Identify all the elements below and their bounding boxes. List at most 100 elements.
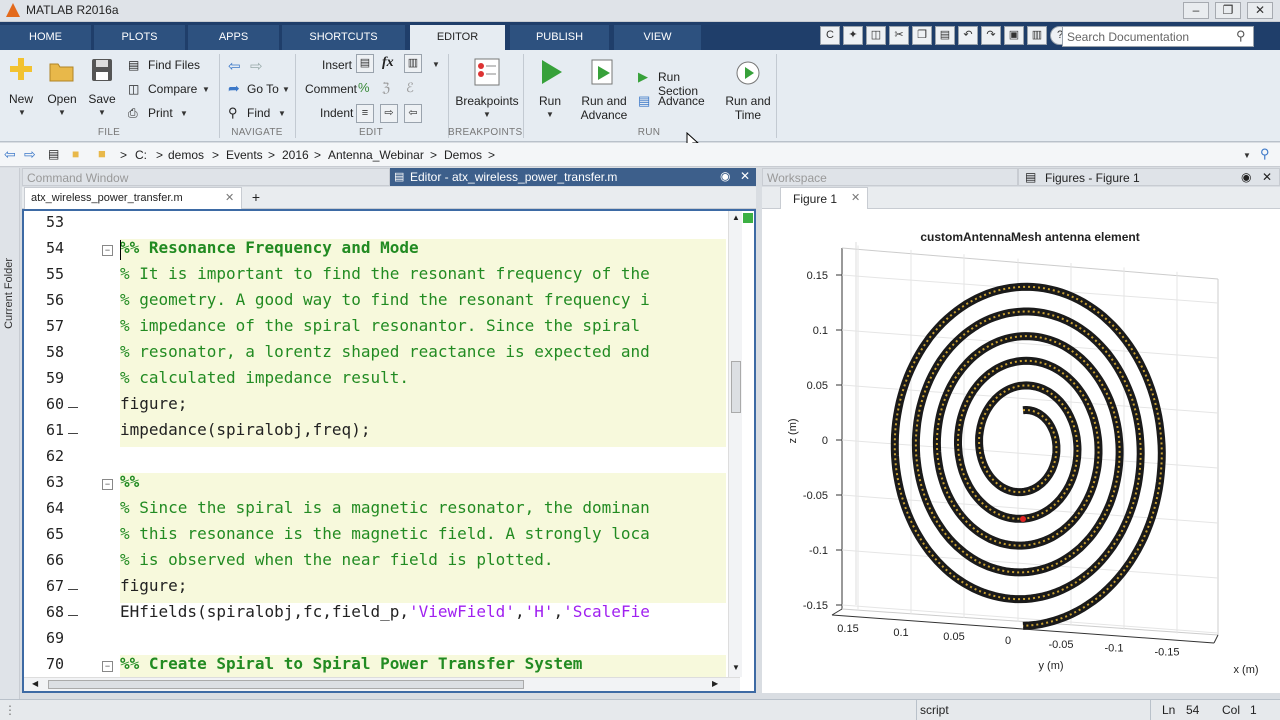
back-arrow-icon[interactable]: ⇦ bbox=[228, 57, 241, 75]
code-line[interactable]: % this resonance is the magnetic field. … bbox=[120, 524, 650, 543]
save-button[interactable]: Save ▼ bbox=[86, 56, 118, 120]
line-number[interactable]: 69 bbox=[24, 629, 64, 647]
insert-function-icon[interactable]: ▥ bbox=[404, 54, 422, 73]
minimize-icon[interactable]: – bbox=[1183, 2, 1209, 19]
code-editor[interactable]: 53 54%% Resonance Frequency and Mode −55% … bbox=[22, 209, 756, 693]
code-line[interactable]: % It is important to find the resonant f… bbox=[120, 264, 650, 283]
code-line[interactable]: % Since the spiral is a magnetic resonat… bbox=[120, 498, 650, 517]
new-button[interactable]: New ▼ bbox=[4, 56, 38, 120]
search-documentation-input[interactable]: Search Documentation bbox=[1062, 26, 1254, 47]
current-folder-sidebar[interactable]: Current Folder bbox=[0, 168, 20, 699]
add-tab-button[interactable]: + bbox=[244, 189, 268, 207]
browse-folder-icon[interactable]: ■ bbox=[72, 147, 79, 161]
line-number[interactable]: 68 bbox=[24, 603, 64, 621]
code-line[interactable]: % calculated impedance result. bbox=[120, 368, 409, 387]
copy-icon[interactable]: ❐ bbox=[912, 26, 932, 45]
line-number[interactable]: 63 bbox=[24, 473, 64, 491]
close-window-icon[interactable]: ✕ bbox=[1247, 2, 1273, 19]
line-number[interactable]: 70 bbox=[24, 655, 64, 673]
back-icon[interactable]: ⇦ bbox=[4, 146, 16, 163]
run-and-advance-button[interactable]: Run and Advance bbox=[576, 56, 632, 122]
maximize-icon[interactable]: ❐ bbox=[1215, 2, 1241, 19]
layout-icon[interactable]: ▥ bbox=[1027, 26, 1047, 45]
line-number[interactable]: 67 bbox=[24, 577, 64, 595]
insert-caret-icon[interactable]: ▼ bbox=[432, 60, 440, 69]
comment-icon[interactable]: % bbox=[358, 80, 370, 95]
figure-canvas[interactable]: customAntennaMesh antenna element 0.15 0.… bbox=[762, 209, 1280, 693]
tab-shortcuts[interactable]: SHORTCUTS bbox=[282, 25, 406, 50]
print-button[interactable]: ⎙ Print ▼ bbox=[128, 106, 194, 122]
decrease-indent-icon[interactable]: ⇦ bbox=[404, 104, 422, 123]
figure-1-tab[interactable]: Figure 1 ✕ bbox=[780, 187, 868, 209]
address-dropdown-icon[interactable]: ▼ bbox=[1243, 151, 1251, 160]
vertical-scrollbar[interactable]: ▲ ▼ bbox=[728, 211, 742, 677]
up-folder-icon[interactable]: ▤ bbox=[48, 147, 59, 161]
line-number[interactable]: 53 bbox=[24, 213, 64, 231]
breadcrumb-c[interactable]: C: bbox=[135, 148, 147, 162]
line-number[interactable]: 64 bbox=[24, 499, 64, 517]
hscroll-thumb[interactable] bbox=[48, 680, 524, 689]
run-and-time-button[interactable]: Run and Time bbox=[724, 56, 772, 122]
line-number[interactable]: 55 bbox=[24, 265, 64, 283]
code-line[interactable]: % geometry. A good way to find the reson… bbox=[120, 290, 650, 309]
advance-button[interactable]: ▤ Advance bbox=[638, 93, 708, 110]
antenna-plot[interactable]: customAntennaMesh antenna element 0.15 0.… bbox=[762, 209, 1280, 693]
workspace-tab[interactable]: Workspace bbox=[762, 168, 1018, 186]
tab-close-icon[interactable]: ✕ bbox=[225, 191, 234, 204]
fold-toggle-icon[interactable]: − bbox=[102, 661, 113, 672]
run-section-button[interactable]: ▶ Run Section bbox=[638, 69, 720, 98]
folder-search-icon[interactable]: ⚲ bbox=[1260, 146, 1270, 162]
code-line[interactable]: impedance(spiralobj,freq); bbox=[120, 420, 370, 439]
window-switch-icon[interactable]: ▣ bbox=[1004, 26, 1024, 45]
compare-button[interactable]: ◫ Compare ▼ bbox=[128, 82, 214, 98]
code-line[interactable]: % impedance of the spiral resonantor. Si… bbox=[120, 316, 640, 335]
breadcrumb-demos[interactable]: demos bbox=[168, 148, 204, 162]
horizontal-scrollbar[interactable]: ◀ ▶ bbox=[24, 677, 740, 691]
executable-line-marker[interactable] bbox=[68, 433, 78, 434]
file-tab[interactable]: atx_wireless_power_transfer.m ✕ bbox=[24, 187, 242, 209]
line-number[interactable]: 61 bbox=[24, 421, 64, 439]
editor-close-icon[interactable]: ✕ bbox=[740, 169, 750, 183]
wrap-comment-icon[interactable]: ℰ bbox=[406, 80, 414, 96]
open-button[interactable]: Open ▼ bbox=[44, 56, 80, 120]
code-area[interactable]: 53 54%% Resonance Frequency and Mode −55% … bbox=[24, 211, 728, 677]
code-line[interactable]: % resonator, a lorentz shaped reactance … bbox=[120, 342, 650, 361]
figure-close-icon[interactable]: ✕ bbox=[1262, 170, 1272, 184]
line-number[interactable]: 59 bbox=[24, 369, 64, 387]
scroll-right-icon[interactable]: ▶ bbox=[712, 679, 718, 688]
new-file-icon[interactable]: ✦ bbox=[843, 26, 863, 45]
executable-line-marker[interactable] bbox=[68, 589, 78, 590]
code-line[interactable]: figure; bbox=[120, 394, 187, 413]
code-line[interactable]: figure; bbox=[120, 576, 187, 595]
increase-indent-icon[interactable]: ⇨ bbox=[380, 104, 398, 123]
go-to-button[interactable]: ➦ Go To ▼ bbox=[228, 80, 292, 98]
line-number[interactable]: 66 bbox=[24, 551, 64, 569]
c-icon[interactable]: C bbox=[820, 26, 840, 45]
find-files-button[interactable]: ▤ Find Files bbox=[128, 58, 218, 74]
figure-options-icon[interactable]: ◉ bbox=[1241, 170, 1251, 184]
line-number[interactable]: 54 bbox=[24, 239, 64, 257]
scroll-down-icon[interactable]: ▼ bbox=[730, 663, 742, 675]
line-number[interactable]: 57 bbox=[24, 317, 64, 335]
panel-options-icon[interactable]: ◉ bbox=[720, 169, 730, 183]
line-number[interactable]: 60 bbox=[24, 395, 64, 413]
breadcrumb-demos-folder[interactable]: Demos bbox=[444, 148, 482, 162]
tab-publish[interactable]: PUBLISH bbox=[510, 25, 610, 50]
forward-icon[interactable]: ⇨ bbox=[24, 146, 36, 163]
uncomment-icon[interactable]: ℨ bbox=[382, 80, 390, 96]
code-line[interactable]: % is observed when the near field is plo… bbox=[120, 550, 553, 569]
breadcrumb-antenna-webinar[interactable]: Antenna_Webinar bbox=[328, 148, 424, 162]
tab-home[interactable]: HOME bbox=[0, 25, 92, 50]
executable-line-marker[interactable] bbox=[68, 615, 78, 616]
tab-view[interactable]: VIEW bbox=[614, 25, 702, 50]
code-line[interactable]: %% Create Spiral to Spiral Power Transfe… bbox=[120, 654, 582, 673]
figure-tab-close-icon[interactable]: ✕ bbox=[851, 191, 860, 204]
redo-icon[interactable]: ↷ bbox=[981, 26, 1001, 45]
command-window-tab[interactable]: Command Window bbox=[22, 168, 390, 186]
insert-section-icon[interactable]: ▤ bbox=[356, 54, 374, 73]
line-number[interactable]: 62 bbox=[24, 447, 64, 465]
breadcrumb-events[interactable]: Events bbox=[226, 148, 263, 162]
line-number[interactable]: 58 bbox=[24, 343, 64, 361]
tab-plots[interactable]: PLOTS bbox=[94, 25, 186, 50]
undo-icon[interactable]: ↶ bbox=[958, 26, 978, 45]
